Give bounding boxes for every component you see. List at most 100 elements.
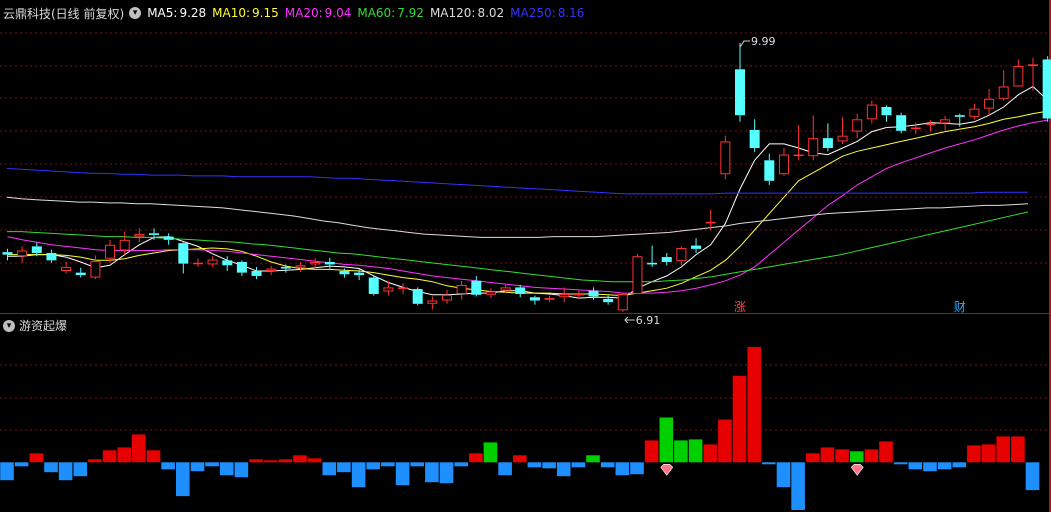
indicator-bar bbox=[205, 462, 219, 467]
candle bbox=[925, 120, 936, 132]
indicator-bar bbox=[571, 462, 586, 468]
gem-shape bbox=[660, 463, 674, 476]
indicator-title: 游资起爆 bbox=[19, 319, 68, 333]
candle bbox=[471, 275, 482, 297]
indicator-bar bbox=[835, 449, 849, 463]
event-marker[interactable]: 财 bbox=[954, 300, 966, 314]
candle bbox=[2, 248, 13, 261]
indicator-bar bbox=[0, 462, 14, 481]
indicator-bar bbox=[307, 458, 322, 463]
indicator-bar bbox=[146, 450, 161, 463]
candle-body bbox=[837, 135, 848, 142]
candle bbox=[442, 289, 452, 304]
candle-body bbox=[17, 250, 28, 257]
indicator-bar bbox=[600, 462, 615, 468]
candle bbox=[192, 258, 203, 267]
ma-legend-item: MA20: 9.04 bbox=[284, 6, 352, 20]
candle-body bbox=[676, 248, 687, 262]
candle-body bbox=[808, 138, 819, 157]
kline-chart[interactable]: 9.99 6.91 涨 财 bbox=[0, 0, 1051, 512]
candle bbox=[676, 246, 687, 266]
candle bbox=[984, 88, 995, 116]
candle-body bbox=[266, 268, 277, 272]
gem-icon bbox=[850, 463, 864, 476]
indicator-bar bbox=[513, 455, 527, 463]
ma-legend-item: MA120: 8.02 bbox=[429, 6, 505, 20]
indicator-bar bbox=[703, 444, 717, 463]
candle bbox=[456, 280, 467, 300]
candle bbox=[280, 264, 291, 273]
indicator-bar bbox=[527, 462, 542, 468]
candle-body bbox=[617, 293, 628, 311]
grid-lines bbox=[0, 32, 1051, 431]
indicator-bar bbox=[674, 440, 688, 463]
chevron-down-icon[interactable]: ▾ bbox=[3, 319, 15, 332]
candle-body bbox=[1042, 59, 1051, 119]
indicator-bar bbox=[29, 453, 44, 463]
candle bbox=[647, 245, 658, 267]
candle bbox=[1028, 57, 1038, 91]
indicator-bar bbox=[351, 462, 366, 488]
indicator-bar bbox=[278, 459, 293, 463]
candle-body bbox=[705, 221, 716, 224]
candle-body bbox=[2, 252, 13, 255]
candle bbox=[90, 255, 101, 280]
indicator-bar bbox=[762, 462, 776, 465]
indicator-bar bbox=[161, 462, 175, 470]
ma-legend: MA5: 9.28 MA10: 9.15 MA20: 9.04 MA60: 7.92 MA120… bbox=[147, 6, 590, 20]
candle bbox=[969, 103, 980, 120]
indicator-bar bbox=[1011, 436, 1025, 463]
indicator-bar bbox=[410, 462, 424, 467]
indicator-bar bbox=[996, 436, 1010, 463]
stock-title: 云鼎科技(日线 前复权) bbox=[3, 6, 125, 21]
candle-body bbox=[427, 300, 438, 304]
indicator-bar bbox=[644, 440, 659, 463]
candle-body bbox=[149, 233, 159, 235]
candle bbox=[427, 296, 438, 310]
candle bbox=[749, 119, 760, 153]
candle-body bbox=[471, 280, 482, 295]
candle-body bbox=[998, 86, 1009, 99]
indicator-bar bbox=[806, 453, 820, 463]
indicator-bar bbox=[747, 346, 761, 463]
indicator-bar bbox=[439, 462, 454, 484]
candle bbox=[75, 267, 86, 278]
candle bbox=[735, 43, 745, 122]
chevron-down-icon[interactable]: ▾ bbox=[129, 7, 142, 19]
high-pointer bbox=[739, 40, 750, 48]
ma-line-ma120 bbox=[6, 196, 1029, 238]
candle-body bbox=[339, 271, 350, 275]
candle bbox=[954, 113, 965, 127]
candle bbox=[632, 253, 643, 294]
candle bbox=[412, 287, 423, 306]
candle-body bbox=[515, 287, 526, 294]
indicator-bar bbox=[454, 462, 468, 467]
indicator-bar bbox=[498, 462, 512, 476]
indicator-bar bbox=[542, 462, 556, 469]
candle-body bbox=[573, 293, 584, 296]
candle-body bbox=[793, 154, 804, 157]
candle bbox=[368, 275, 379, 296]
indicator-bar bbox=[381, 462, 395, 467]
candle-body bbox=[896, 115, 907, 131]
candle-body bbox=[383, 287, 394, 292]
candle-body bbox=[412, 289, 423, 304]
candle-body bbox=[324, 261, 335, 265]
candle-body bbox=[368, 277, 379, 294]
candle bbox=[61, 261, 72, 274]
candle-body bbox=[661, 257, 672, 262]
candles bbox=[2, 43, 1051, 312]
candle-body bbox=[559, 293, 570, 298]
indicator-bar bbox=[483, 442, 498, 463]
candle-body bbox=[134, 234, 145, 237]
candle-body bbox=[46, 252, 57, 261]
candle bbox=[793, 125, 804, 161]
candle bbox=[266, 266, 277, 276]
event-marker[interactable]: 涨 bbox=[734, 299, 746, 314]
candle bbox=[398, 283, 409, 294]
candle bbox=[544, 295, 555, 303]
indicator-bar bbox=[44, 462, 58, 473]
indicator-bar bbox=[879, 441, 893, 463]
ma-line-ma5 bbox=[7, 85, 1049, 299]
indicator-bar bbox=[615, 462, 630, 476]
